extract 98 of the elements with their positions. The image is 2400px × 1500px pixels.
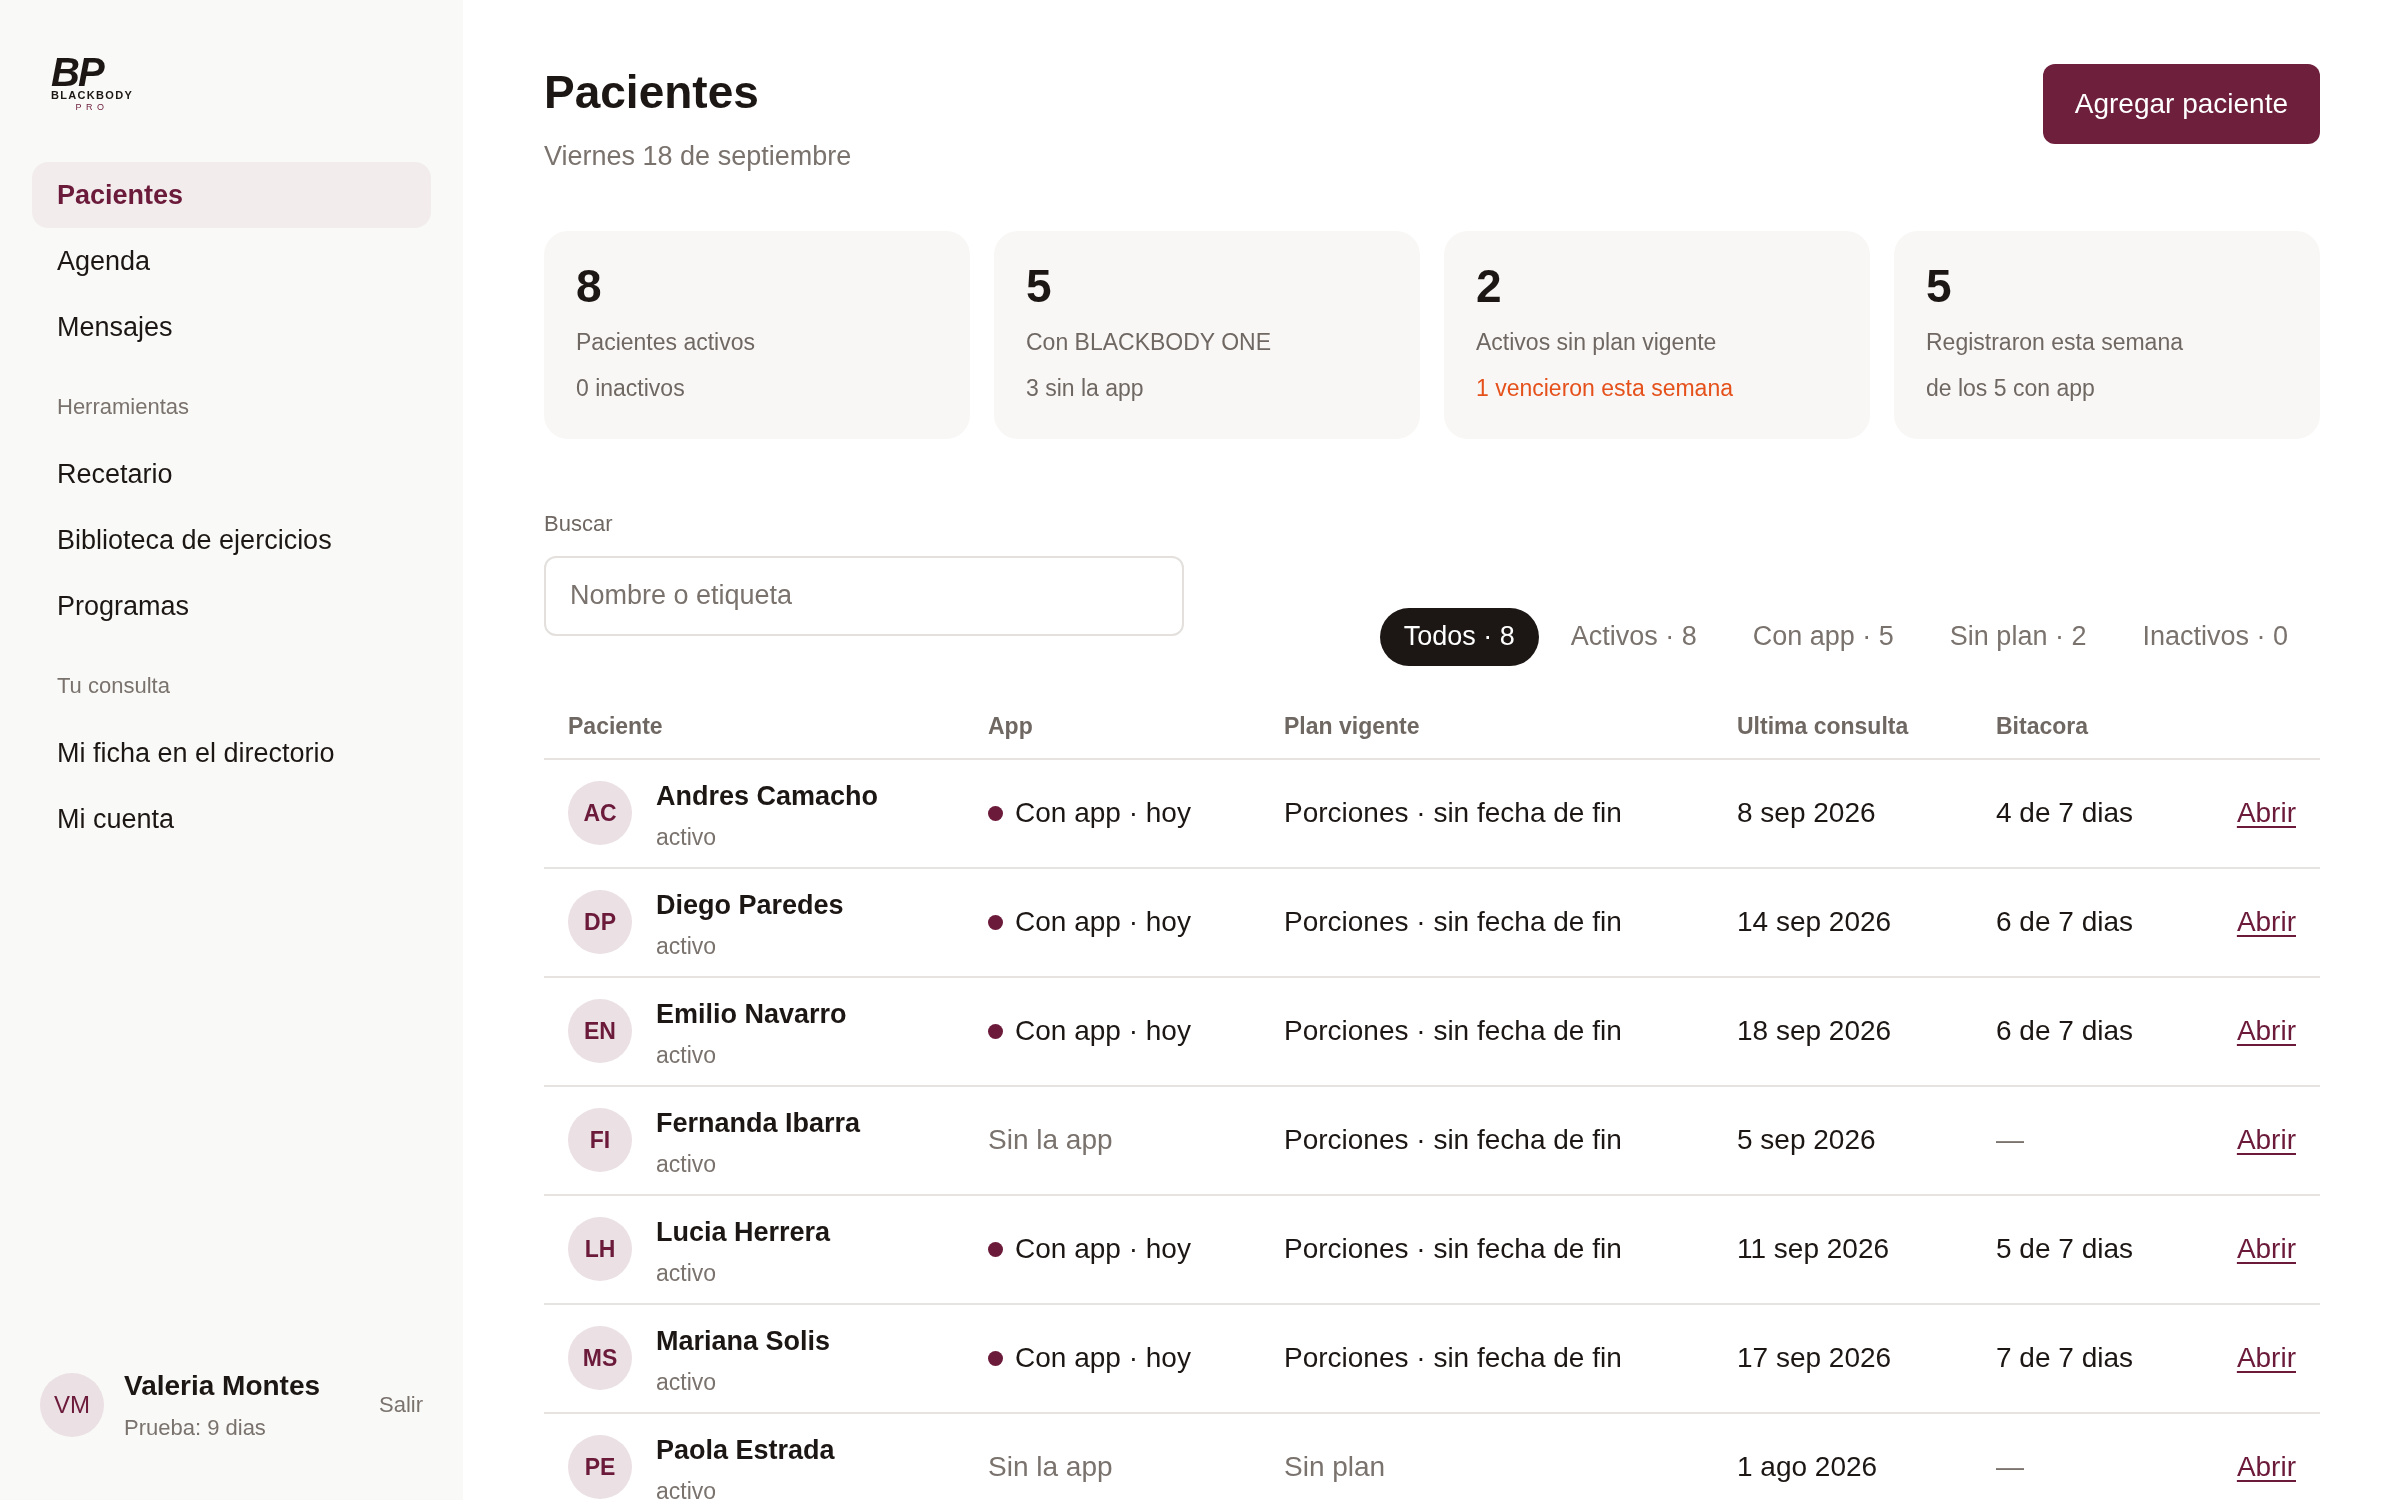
nav-item[interactable]: Mensajes bbox=[32, 294, 431, 360]
last-visit-cell-text: 1 ago 2026 bbox=[1737, 1450, 1879, 1484]
patient-status: activo bbox=[656, 823, 718, 852]
nav-item[interactable]: Agenda bbox=[32, 228, 431, 294]
plan-cell-text: Porciones · sin fecha de fin bbox=[1284, 905, 1623, 939]
patient-avatar: DP bbox=[568, 890, 632, 954]
filter-tab[interactable]: Activos · 8 bbox=[1546, 607, 1721, 666]
user-name: Valeria Montes bbox=[124, 1369, 321, 1403]
search-label: Buscar bbox=[544, 509, 614, 538]
app-status: Con app · hoy bbox=[1015, 1014, 1191, 1048]
log-cell-text: — bbox=[1996, 1450, 2025, 1484]
patient-name: Emilio Navarro bbox=[656, 997, 847, 1031]
nav-section-heading: Tu consulta bbox=[56, 672, 171, 700]
stat-note: de los 5 con app bbox=[1926, 374, 2096, 403]
filter-tab[interactable]: Inactivos · 0 bbox=[2118, 607, 2312, 666]
log-cell-text: — bbox=[1996, 1123, 2025, 1157]
plan-cell-text: Porciones · sin fecha de fin bbox=[1284, 1232, 1623, 1266]
plan-cell-text: Porciones · sin fecha de fin bbox=[1284, 1123, 1623, 1157]
patient-status: activo bbox=[656, 1477, 718, 1500]
patient-name: Diego Paredes bbox=[656, 888, 844, 922]
stat-label: Con BLACKBODY ONE bbox=[1026, 327, 1272, 357]
user-plan: Prueba: 9 dias bbox=[124, 1414, 267, 1442]
log-cell-text: 7 de 7 dias bbox=[1996, 1341, 2134, 1375]
stat-value: 8 bbox=[576, 260, 603, 311]
open-link[interactable]: Abrir bbox=[2236, 1337, 2296, 1379]
app-status: Con app · hoy bbox=[1015, 1232, 1191, 1266]
log-cell-text: 6 de 7 dias bbox=[1996, 1014, 2134, 1048]
stat-value: 5 bbox=[1926, 260, 1953, 311]
plan-cell-text: Porciones · sin fecha de fin bbox=[1284, 796, 1623, 830]
app-status: Con app · hoy bbox=[1015, 905, 1191, 939]
column-header: App bbox=[988, 712, 1034, 742]
open-link[interactable]: Abrir bbox=[2236, 1228, 2296, 1270]
nav-item[interactable]: Mi ficha en el directorio bbox=[32, 720, 431, 786]
stat-note: 3 sin la app bbox=[1026, 374, 1145, 403]
patient-avatar: EN bbox=[568, 999, 632, 1063]
patient-name: Paola Estrada bbox=[656, 1433, 835, 1467]
logo: BP BLACKBODY PRO bbox=[51, 56, 134, 112]
open-link[interactable]: Abrir bbox=[2236, 1010, 2296, 1052]
search-field[interactable]: Nombre o etiqueta bbox=[544, 555, 1184, 636]
plan-cell-text: Porciones · sin fecha de fin bbox=[1284, 1341, 1623, 1375]
open-link[interactable]: Abrir bbox=[2236, 1446, 2296, 1488]
last-visit-cell-text: 17 sep 2026 bbox=[1737, 1341, 1893, 1375]
nav-item[interactable]: Programas bbox=[32, 573, 431, 639]
filter-tab[interactable]: Con app · 5 bbox=[1728, 607, 1918, 666]
patient-name: Fernanda Ibarra bbox=[656, 1106, 861, 1140]
page-date: Viernes 18 de septiembre bbox=[544, 140, 852, 173]
last-visit-cell-text: 18 sep 2026 bbox=[1737, 1014, 1893, 1048]
nav-item[interactable]: Recetario bbox=[32, 441, 431, 507]
patient-name: Lucia Herrera bbox=[656, 1215, 831, 1249]
app-status: Sin la app bbox=[988, 1123, 1113, 1157]
last-visit-cell-text: 11 sep 2026 bbox=[1737, 1232, 1891, 1266]
log-cell-text: 6 de 7 dias bbox=[1996, 905, 2134, 939]
patient-status: activo bbox=[656, 932, 718, 961]
stat-label: Activos sin plan vigente bbox=[1476, 327, 1718, 357]
open-link[interactable]: Abrir bbox=[2236, 792, 2296, 834]
stat-note: 0 inactivos bbox=[576, 374, 686, 403]
open-link[interactable]: Abrir bbox=[2236, 1119, 2296, 1161]
stat-label: Registraron esta semana bbox=[1926, 327, 2184, 357]
last-visit-cell-text: 8 sep 2026 bbox=[1737, 796, 1877, 830]
stat-value: 5 bbox=[1026, 260, 1053, 311]
open-link[interactable]: Abrir bbox=[2236, 901, 2296, 943]
patient-name: Mariana Solis bbox=[656, 1324, 831, 1358]
patient-status: activo bbox=[656, 1259, 718, 1288]
plan-cell-text: Porciones · sin fecha de fin bbox=[1284, 1014, 1623, 1048]
stat-value: 2 bbox=[1476, 260, 1503, 311]
nav-item[interactable]: Mi cuenta bbox=[32, 786, 431, 852]
column-header: Paciente bbox=[568, 712, 664, 742]
column-header: Ultima consulta bbox=[1737, 712, 1910, 742]
patient-avatar: FI bbox=[568, 1108, 632, 1172]
patient-avatar: LH bbox=[568, 1217, 632, 1281]
app-status: Sin la app bbox=[988, 1450, 1113, 1484]
patient-status: activo bbox=[656, 1150, 718, 1179]
nav-item[interactable]: Biblioteca de ejercicios bbox=[32, 507, 431, 573]
filter-tab[interactable]: Todos · 8 bbox=[1379, 607, 1539, 666]
last-visit-cell-text: 5 sep 2026 bbox=[1737, 1123, 1877, 1157]
user-avatar: VM bbox=[40, 1372, 104, 1437]
nav-item[interactable]: Pacientes bbox=[32, 162, 431, 228]
patient-status: activo bbox=[656, 1041, 718, 1070]
logout-button[interactable]: Salir bbox=[379, 1388, 423, 1421]
log-cell-text: 5 de 7 dias bbox=[1996, 1232, 2134, 1266]
patient-avatar: AC bbox=[568, 781, 632, 845]
stat-label: Pacientes activos bbox=[576, 327, 756, 357]
stat-note: 1 vencieron esta semana bbox=[1476, 374, 1734, 403]
plan-cell-text: Sin plan bbox=[1284, 1450, 1387, 1484]
last-visit-cell-text: 14 sep 2026 bbox=[1737, 905, 1893, 939]
filter-tab[interactable]: Sin plan · 2 bbox=[1925, 607, 2111, 666]
patient-status: activo bbox=[656, 1368, 718, 1397]
column-header: Plan vigente bbox=[1284, 712, 1421, 742]
app-status: Con app · hoy bbox=[1015, 1341, 1191, 1375]
patient-avatar: PE bbox=[568, 1435, 632, 1499]
column-header: Bitacora bbox=[1996, 712, 2090, 742]
nav-section-heading: Herramientas bbox=[56, 393, 191, 421]
log-cell-text: 4 de 7 dias bbox=[1996, 796, 2134, 830]
patient-avatar: MS bbox=[568, 1326, 632, 1390]
patient-name: Andres Camacho bbox=[656, 779, 879, 813]
app-status: Con app · hoy bbox=[1015, 796, 1191, 830]
add-patient-button[interactable]: Agregar paciente bbox=[2042, 64, 2320, 144]
page-title: Pacientes bbox=[544, 65, 760, 120]
